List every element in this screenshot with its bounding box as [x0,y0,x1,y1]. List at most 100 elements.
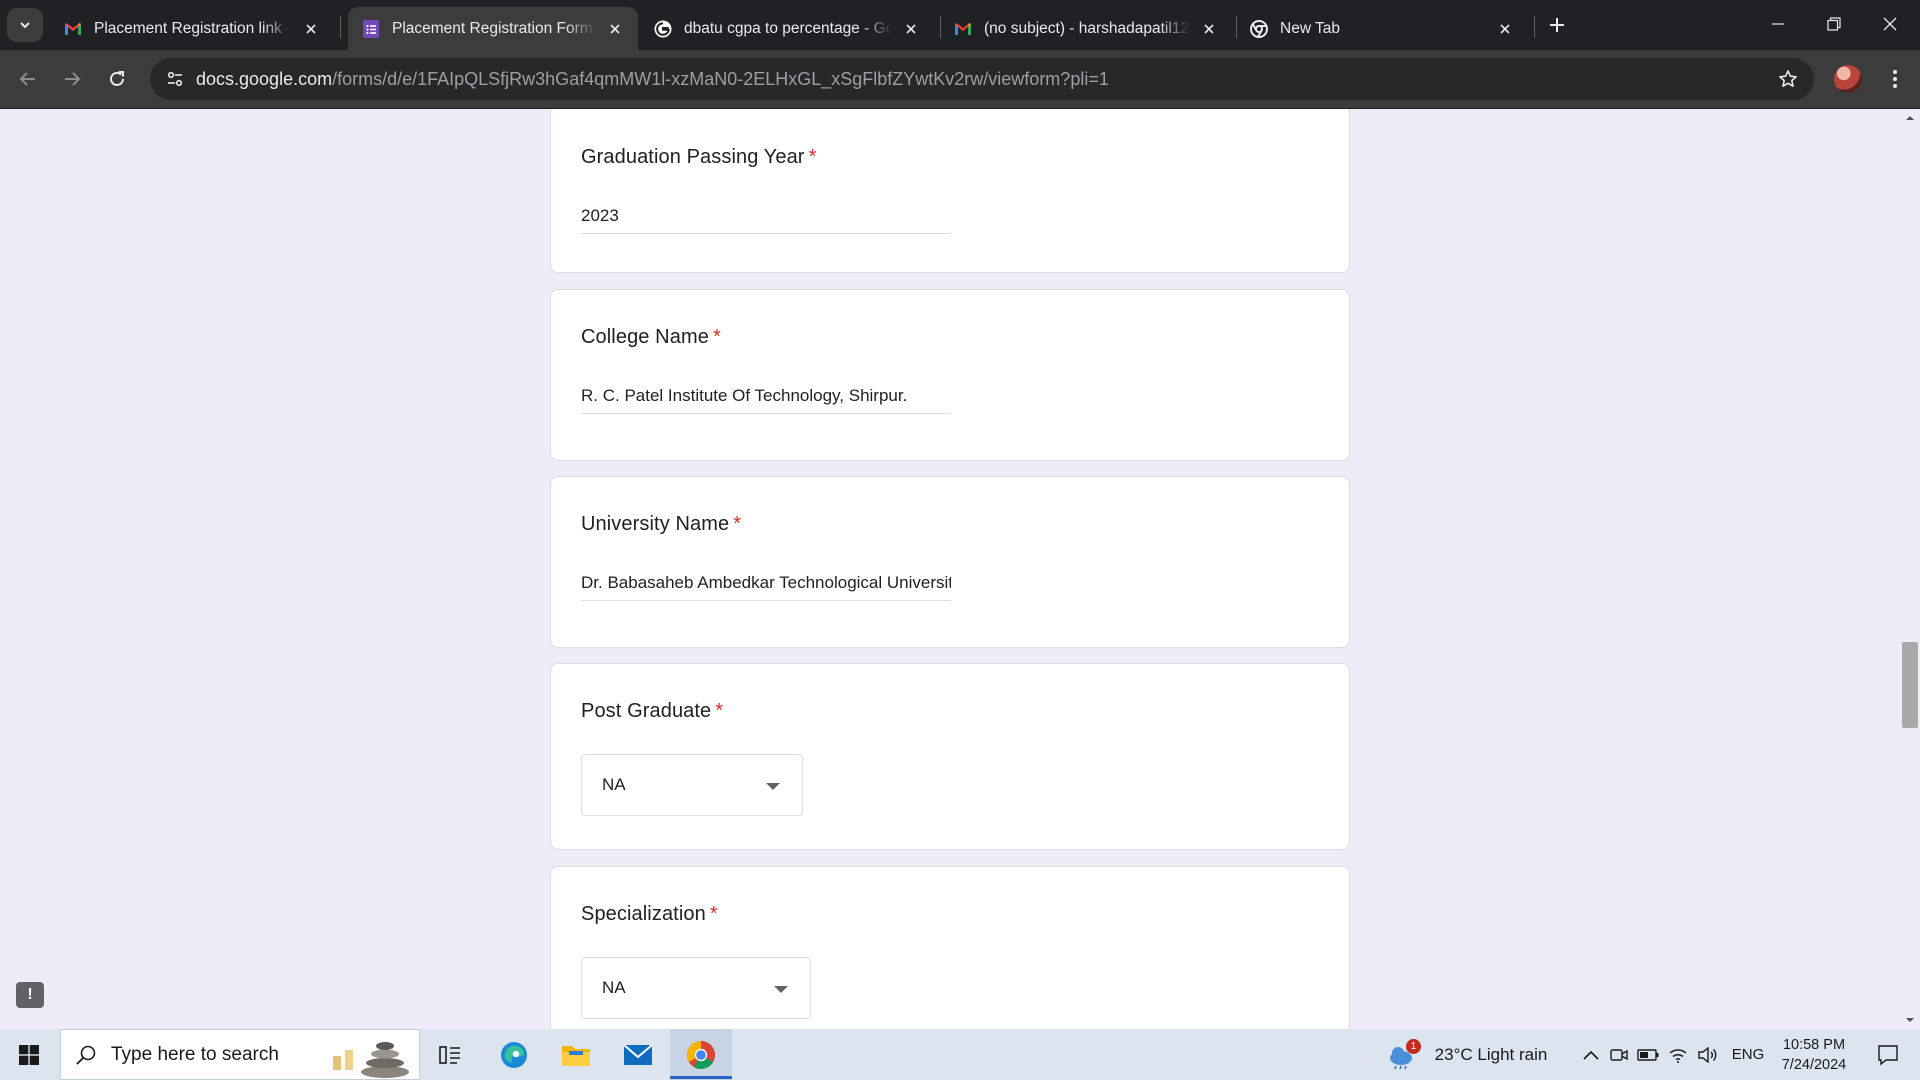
notification-center-icon[interactable] [1864,1029,1912,1080]
file-explorer-taskbar-button[interactable] [550,1029,602,1080]
tab-placement-registration-link[interactable]: Placement Registration link - SL [50,7,334,50]
address-bar[interactable]: docs.google.com/forms/d/e/1FAIpQLSfjRw3h… [150,58,1814,100]
close-tab-icon[interactable] [900,18,922,40]
mail-icon [623,1043,653,1065]
tab-dbatu-cgpa-search[interactable]: dbatu cgpa to percentage - Goo [640,7,934,50]
chrome-active-indicator [670,1076,732,1079]
dropdown-selected-value: NA [602,775,626,794]
question-label: Graduation Passing Year * [581,146,816,169]
taskbar-search-box[interactable]: Type here to search [60,1029,420,1080]
question-title: Post Graduate [581,700,712,722]
start-button[interactable] [0,1029,58,1080]
report-feedback-icon[interactable]: ! [16,982,44,1008]
plus-icon [1550,18,1564,32]
browser-toolbar: docs.google.com/forms/d/e/1FAIpQLSfjRw3h… [0,50,1920,109]
profile-avatar[interactable] [1834,65,1862,93]
tab-separator [340,16,341,38]
windows-logo-icon [19,1044,39,1065]
tab-title: Placement Registration Form fo [392,19,596,37]
weather-icon[interactable]: 1 [1386,1029,1421,1080]
tab-title: (no subject) - harshadapatil127 [984,19,1190,37]
chrome-icon [1250,19,1268,38]
reload-icon [110,71,124,86]
tab-placement-registration-form[interactable]: Placement Registration Form fo [348,7,638,50]
tab-new-tab[interactable]: New Tab [1236,7,1528,50]
question-title: College Name [581,326,709,348]
tab-title: dbatu cgpa to percentage - Goo [684,19,892,37]
university-name-input[interactable]: Dr. Babasaheb Ambedkar Technological Uni… [581,569,951,601]
edge-taskbar-button[interactable] [488,1029,540,1080]
browser-tab-strip: Placement Registration link - SL Placeme… [0,0,1920,50]
reload-button[interactable] [98,60,136,98]
tab-separator [1534,16,1535,38]
close-tab-icon[interactable] [1198,18,1220,40]
required-asterisk: * [712,326,721,348]
required-asterisk: * [733,513,742,535]
tab-search-button[interactable] [7,8,43,42]
tab-title: New Tab [1280,19,1341,37]
back-button[interactable] [9,60,47,98]
question-label: Post Graduate * [581,700,723,723]
search-placeholder: Type here to search [111,1043,279,1065]
minimize-button[interactable] [1750,0,1806,48]
question-card-college-name: College Name * R. C. Patel Institute Of T… [550,289,1350,461]
college-name-input[interactable]: R. C. Patel Institute Of Technology, Shi… [581,382,951,414]
clock-time: 10:58 PM [1782,1036,1846,1053]
question-title: University Name [581,513,730,535]
required-asterisk: * [808,146,817,168]
specialization-dropdown[interactable]: NA [581,957,811,1019]
task-view-button[interactable] [430,1029,470,1080]
arrow-left-icon [19,72,35,86]
mail-taskbar-button[interactable] [612,1029,664,1080]
close-tab-icon[interactable] [1494,18,1516,40]
url-host: docs.google.com [196,69,333,89]
forward-button[interactable] [53,60,91,98]
tab-gmail-no-subject[interactable]: (no subject) - harshadapatil127 [940,7,1232,50]
restore-icon [1827,17,1841,31]
scrollbar-thumb[interactable] [1902,642,1918,728]
clock[interactable]: 10:58 PM 7/24/2024 [1768,1029,1860,1080]
required-asterisk: * [715,700,724,722]
show-hidden-icons-chevron-up-icon[interactable] [1578,1029,1604,1080]
question-title: Specialization [581,903,706,925]
scroll-down-arrow-icon[interactable] [1900,1013,1920,1027]
meet-now-icon[interactable] [1606,1029,1632,1080]
post-graduate-dropdown[interactable]: NA [581,754,803,816]
url-text[interactable]: docs.google.com/forms/d/e/1FAIpQLSfjRw3h… [196,58,1109,100]
bookmark-star-icon[interactable] [1774,65,1802,93]
page-scrollbar[interactable] [1900,109,1920,1029]
weather-notification-badge: 1 [1406,1039,1421,1054]
wifi-icon[interactable] [1664,1029,1692,1080]
clock-date: 7/24/2024 [1781,1056,1847,1073]
folder-icon [562,1045,590,1066]
dropdown-selected-value: NA [602,978,626,997]
arrow-right-icon [65,72,81,86]
close-tab-icon[interactable] [604,18,626,40]
battery-icon[interactable] [1634,1029,1662,1080]
restore-button[interactable] [1806,0,1862,48]
task-view-icon [439,1045,460,1064]
weather-text[interactable]: 23°C Light rain [1426,1029,1556,1080]
volume-icon[interactable] [1694,1029,1722,1080]
question-card-graduation-passing-year: Graduation Passing Year * 2023 [550,109,1350,273]
gmail-icon [64,20,82,38]
search-icon [76,1045,96,1065]
close-window-button[interactable] [1862,0,1918,48]
tab-title: Placement Registration link - SL [94,19,292,37]
chrome-taskbar-button[interactable] [670,1029,732,1080]
gmail-icon [954,20,972,38]
chevron-down-icon [20,22,30,29]
question-label: College Name * [581,326,721,349]
language-indicator[interactable]: ENG [1728,1029,1768,1080]
close-tab-icon[interactable] [300,18,322,40]
question-card-post-graduate: Post Graduate * NA [550,663,1350,850]
more-menu-icon[interactable] [1880,64,1910,94]
question-card-specialization: Specialization * NA [550,866,1350,1029]
graduation-passing-year-input[interactable]: 2023 [581,202,951,234]
question-card-university-name: University Name * Dr. Babasaheb Ambedkar … [550,476,1350,648]
dropdown-arrow-icon [774,986,788,993]
form-page: Graduation Passing Year * 2023 College Na… [0,109,1920,1029]
new-tab-button[interactable] [1541,9,1573,41]
site-info-icon[interactable] [160,64,190,94]
scroll-up-arrow-icon[interactable] [1900,111,1920,125]
